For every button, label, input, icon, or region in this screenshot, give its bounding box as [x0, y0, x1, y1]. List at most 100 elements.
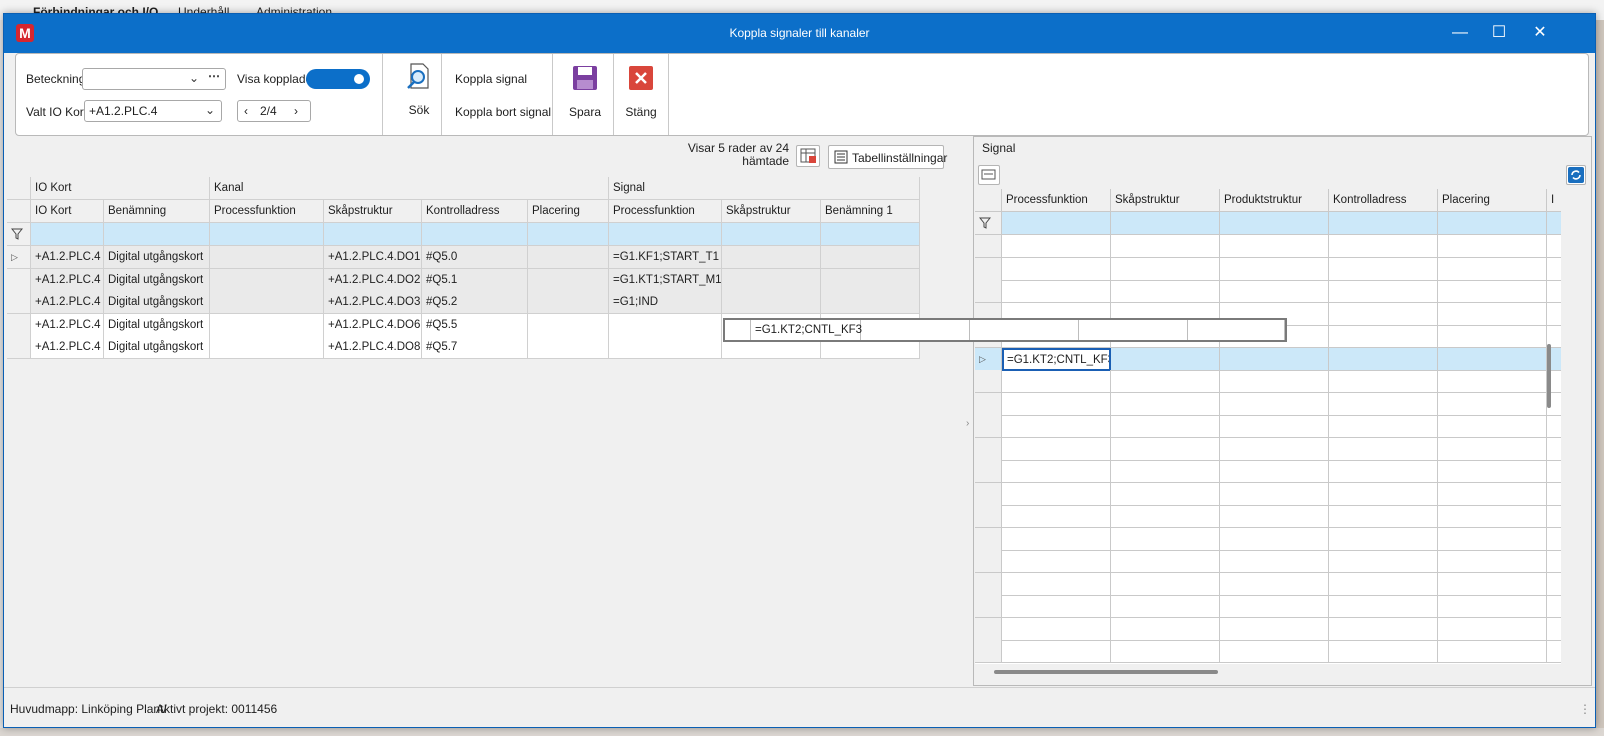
table-cell[interactable]	[1002, 527, 1111, 551]
table-cell[interactable]	[609, 336, 722, 359]
title-bar[interactable]: M Koppla signaler till kanaler — ☐ ✕	[4, 14, 1595, 53]
row-indicator[interactable]	[7, 336, 31, 359]
more-options-icon[interactable]: ⋯	[208, 69, 220, 83]
beteckning-combo[interactable]: ⌄ ⋯	[82, 68, 226, 90]
table-cell[interactable]: #Q5.1	[422, 268, 528, 292]
table-cell[interactable]	[210, 246, 324, 269]
row-indicator[interactable]	[975, 482, 1002, 506]
table-cell[interactable]	[1438, 392, 1547, 416]
row-indicator[interactable]	[975, 415, 1002, 438]
column-chooser-button[interactable]	[796, 145, 820, 167]
table-cell[interactable]	[1438, 505, 1547, 528]
table-cell[interactable]	[1220, 460, 1329, 483]
table-cell[interactable]	[1547, 550, 1561, 573]
table-cell[interactable]	[528, 313, 609, 337]
column-header[interactable]: Kontrolladress	[1329, 189, 1438, 212]
table-cell[interactable]	[1111, 527, 1220, 551]
table-cell[interactable]	[821, 291, 920, 314]
table-cell[interactable]	[1329, 572, 1438, 596]
table-cell[interactable]	[1220, 617, 1329, 641]
filter-cell[interactable]	[1329, 212, 1438, 235]
row-indicator[interactable]	[975, 527, 1002, 551]
filter-cell[interactable]	[210, 223, 324, 246]
signal-options-button[interactable]	[978, 165, 1000, 185]
table-cell[interactable]: Digital utgångskort	[104, 246, 210, 269]
column-header[interactable]: Processfunktion	[609, 200, 722, 223]
maximize-icon[interactable]: ☐	[1485, 20, 1513, 46]
table-cell[interactable]	[528, 336, 609, 359]
column-header[interactable]: Skåpstruktur	[722, 200, 821, 223]
table-cell[interactable]	[1329, 302, 1438, 326]
tabellinstallningar-button[interactable]: Tabellinställningar	[828, 145, 947, 169]
column-header[interactable]: Placering	[528, 200, 609, 223]
table-cell[interactable]	[1547, 303, 1561, 326]
visa-kopplade-toggle[interactable]	[306, 69, 370, 89]
table-cell[interactable]	[528, 246, 609, 269]
row-indicator[interactable]	[975, 392, 1002, 416]
table-cell[interactable]	[210, 268, 324, 292]
table-cell[interactable]	[1438, 235, 1547, 258]
table-cell[interactable]	[1438, 302, 1547, 326]
row-indicator[interactable]	[7, 268, 31, 292]
resize-grip-icon[interactable]: ⋮	[1579, 702, 1591, 716]
row-indicator[interactable]	[975, 595, 1002, 618]
table-cell[interactable]	[1438, 482, 1547, 506]
table-cell[interactable]	[1547, 460, 1561, 483]
table-cell[interactable]	[1438, 460, 1547, 483]
table-cell[interactable]: +A1.2.PLC.4.DO6	[324, 313, 422, 337]
signal-horizontal-scrollbar[interactable]	[994, 670, 1218, 674]
minimize-icon[interactable]: —	[1446, 20, 1474, 46]
filter-cell[interactable]	[1220, 212, 1329, 235]
table-cell[interactable]	[1220, 257, 1329, 281]
table-cell[interactable]	[1547, 258, 1561, 281]
table-cell[interactable]	[1220, 347, 1329, 371]
table-cell[interactable]: #Q5.2	[422, 291, 528, 314]
table-cell[interactable]	[1438, 527, 1547, 551]
table-cell[interactable]: Digital utgångskort	[104, 336, 210, 359]
table-cell[interactable]	[210, 291, 324, 314]
row-indicator[interactable]	[975, 280, 1002, 303]
table-cell[interactable]: Digital utgångskort	[104, 268, 210, 292]
column-header[interactable]: IO Kort	[31, 200, 104, 223]
column-header[interactable]: I	[1547, 189, 1561, 212]
table-cell[interactable]	[1002, 437, 1111, 461]
splitter-arrow-icon[interactable]: ›	[966, 418, 969, 429]
table-cell[interactable]	[1329, 550, 1438, 573]
table-cell[interactable]	[1002, 392, 1111, 416]
table-cell[interactable]	[1111, 482, 1220, 506]
table-cell[interactable]	[821, 268, 920, 292]
spara-button[interactable]: Spara	[564, 64, 606, 119]
chevron-down-icon[interactable]: ⌄	[205, 103, 215, 117]
row-indicator[interactable]	[975, 370, 1002, 393]
row-indicator[interactable]	[975, 460, 1002, 483]
table-cell[interactable]	[1220, 392, 1329, 416]
table-cell[interactable]	[1329, 460, 1438, 483]
column-header[interactable]: Skåpstruktur	[1111, 189, 1220, 212]
row-indicator[interactable]	[975, 235, 1002, 258]
filter-icon[interactable]	[10, 228, 24, 240]
table-cell[interactable]	[1329, 257, 1438, 281]
table-cell[interactable]: +A1.2.PLC.4.DO2	[324, 268, 422, 292]
table-cell[interactable]	[1220, 280, 1329, 303]
table-cell[interactable]	[1547, 235, 1561, 258]
table-cell[interactable]	[1111, 640, 1220, 663]
table-cell[interactable]	[1002, 617, 1111, 641]
table-cell[interactable]	[1438, 572, 1547, 596]
filter-cell[interactable]	[528, 223, 609, 246]
table-cell[interactable]	[1329, 235, 1438, 258]
refresh-button[interactable]	[1566, 165, 1586, 185]
table-cell[interactable]	[1111, 595, 1220, 618]
table-cell[interactable]	[1329, 505, 1438, 528]
table-cell[interactable]	[821, 246, 920, 269]
table-cell[interactable]: Digital utgångskort	[104, 291, 210, 314]
next-page-icon[interactable]: ›	[294, 104, 298, 118]
table-cell[interactable]	[1002, 505, 1111, 528]
table-cell[interactable]	[1002, 280, 1111, 303]
row-indicator[interactable]	[7, 291, 31, 314]
table-cell[interactable]	[1220, 550, 1329, 573]
table-cell[interactable]	[722, 246, 821, 269]
table-cell[interactable]	[1220, 505, 1329, 528]
filter-icon[interactable]	[978, 217, 992, 229]
table-cell[interactable]	[1329, 617, 1438, 641]
row-indicator[interactable]: ▷	[7, 246, 31, 269]
